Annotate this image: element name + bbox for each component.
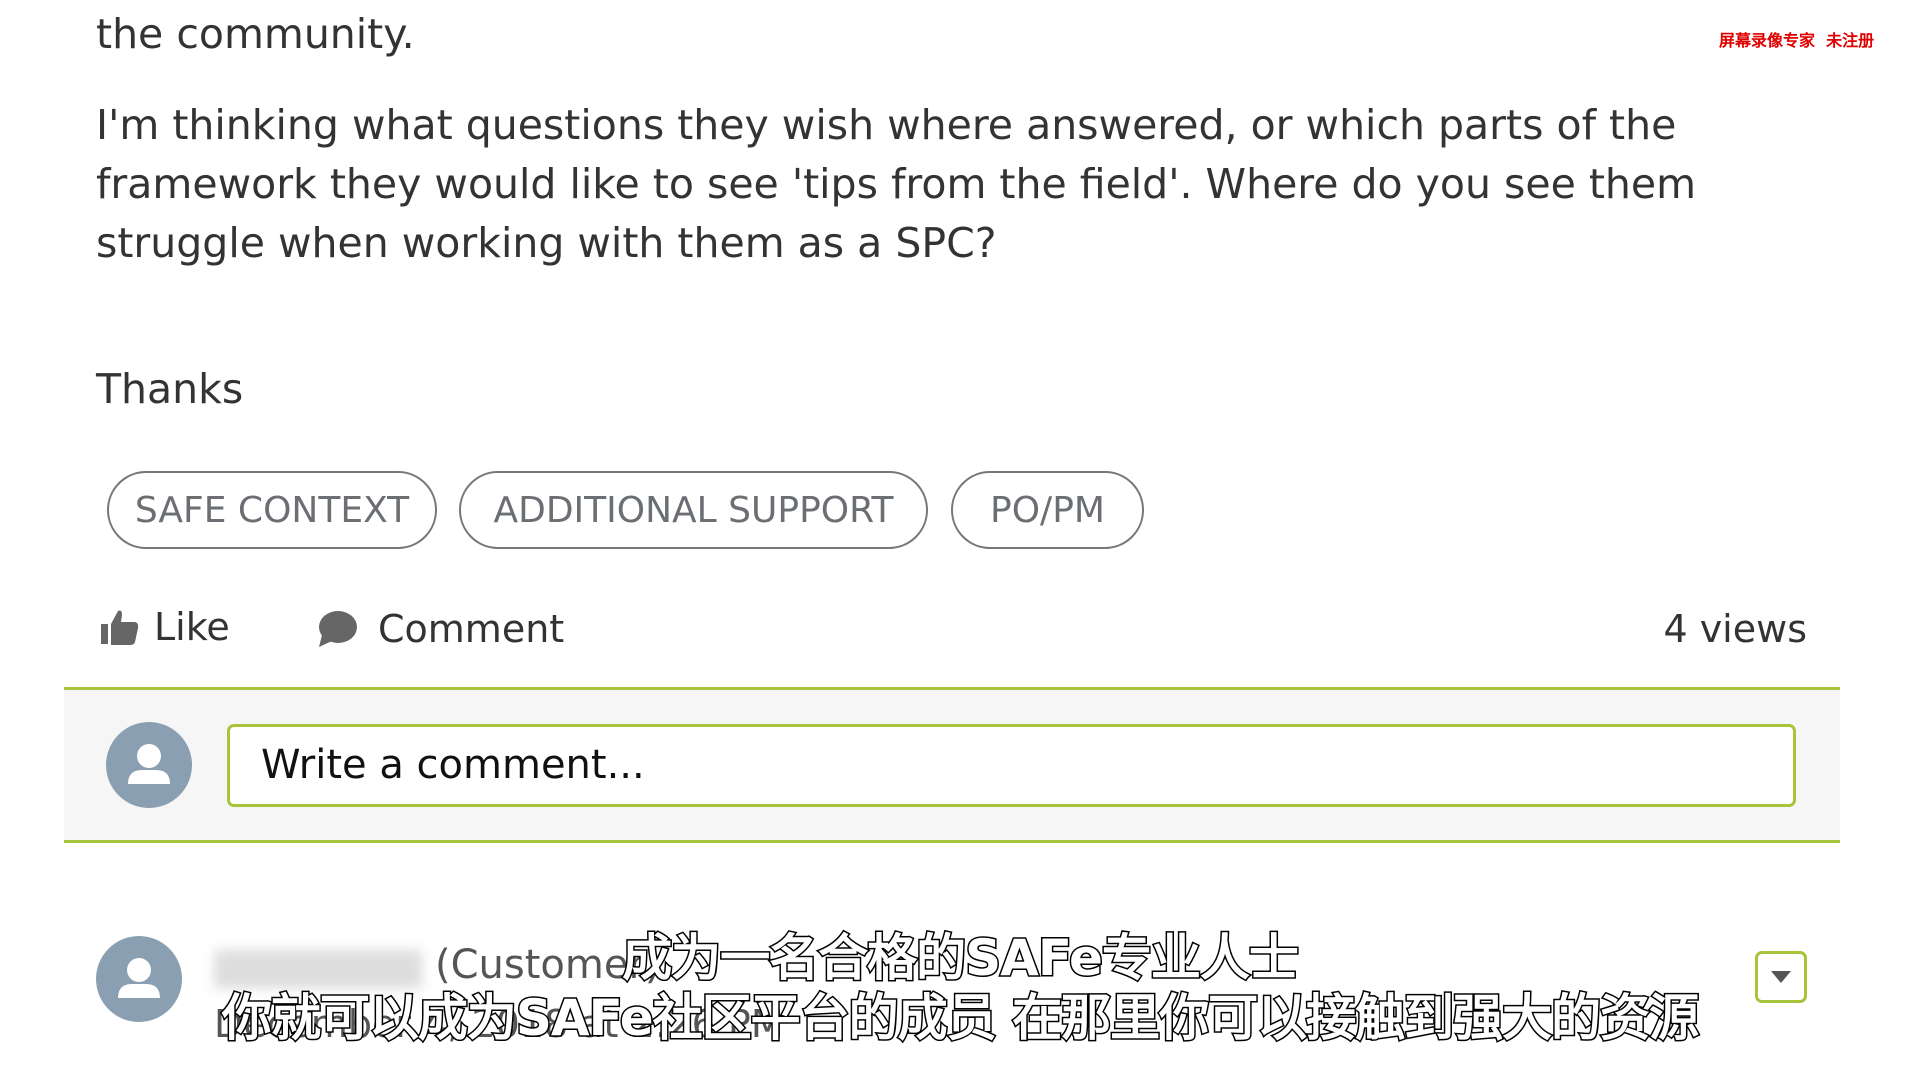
- like-button[interactable]: Like: [100, 605, 230, 649]
- speech-bubble-icon: [319, 611, 357, 647]
- thumbs-up-icon: [101, 610, 139, 645]
- comment-button[interactable]: Comment: [316, 607, 564, 651]
- watermark: 屏幕录像专家 未注册: [1719, 31, 1875, 50]
- subtitle-line-2: 你就可以成为SAFe社区平台的成员 在那里你可以接触到强大的资源: [220, 988, 1700, 1049]
- tag-safe-context[interactable]: SAFE CONTEXT: [107, 471, 437, 549]
- view-count: 4 views: [1663, 607, 1807, 651]
- post-signoff: Thanks: [96, 365, 244, 413]
- comment-label: Comment: [378, 607, 565, 651]
- post-paragraph: I'm thinking what questions they wish wh…: [96, 101, 1697, 267]
- like-label: Like: [154, 605, 230, 649]
- tag-po-pm[interactable]: PO/PM: [951, 471, 1144, 549]
- comment-input[interactable]: Write a comment...: [227, 724, 1796, 807]
- post-text-top: the community.: [96, 10, 415, 58]
- user-avatar-icon: [106, 722, 192, 808]
- tag-additional-support[interactable]: ADDITIONAL SUPPORT: [459, 471, 928, 549]
